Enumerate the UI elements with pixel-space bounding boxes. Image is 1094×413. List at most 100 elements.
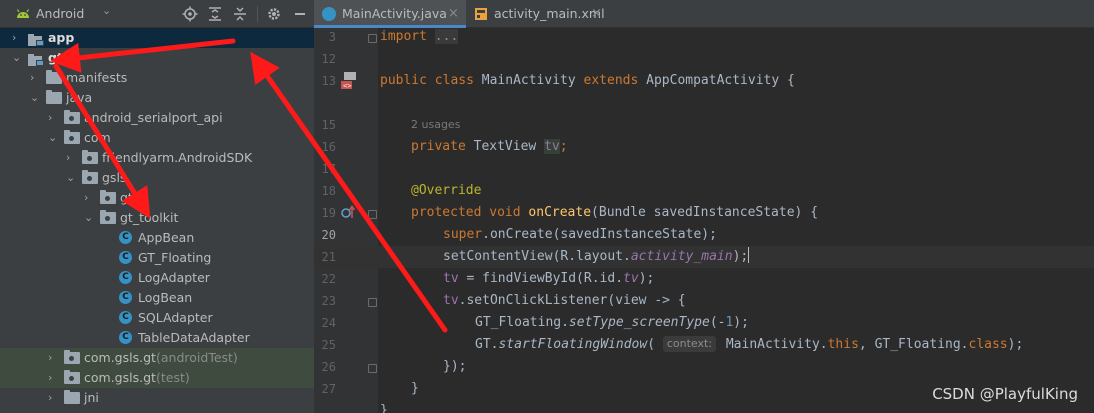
class-ref: GT_Floating. <box>475 315 569 330</box>
keyword: class <box>968 337 1008 352</box>
tree-item[interactable]: › gt <box>0 188 314 208</box>
tree-item[interactable]: › jni <box>0 388 314 408</box>
tree-item[interactable]: C AppBean <box>0 228 314 248</box>
class-ref: GT. <box>475 337 499 352</box>
tree-item-suffix: (test) <box>156 370 190 385</box>
chevron-right-icon[interactable]: › <box>30 68 42 88</box>
chevron-down-icon[interactable]: ⌄ <box>66 168 78 188</box>
tree-item[interactable]: C SQLAdapter <box>0 308 314 328</box>
chevron-right-icon[interactable]: › <box>48 348 60 368</box>
override-marker-icon[interactable] <box>340 204 356 220</box>
line-number: 25 <box>321 338 336 352</box>
tree-item-label: GT_Floating <box>138 250 212 265</box>
punctuation: ); <box>1007 337 1024 352</box>
watermark: CSDN @PlayfulKing <box>932 385 1078 403</box>
tree-item[interactable]: C LogBean <box>0 288 314 308</box>
package-dot <box>87 176 92 181</box>
tree-item[interactable]: › manifests <box>0 68 314 88</box>
tree-item[interactable]: › app <box>0 28 314 48</box>
tree-item[interactable]: ⌄ java <box>0 88 314 108</box>
tree-item[interactable]: ⌄ gt <box>0 48 314 68</box>
package-icon <box>64 350 80 364</box>
folder-icon <box>46 70 62 84</box>
module-icon <box>28 52 44 66</box>
line-number: 26 <box>321 360 336 374</box>
chevron-right-icon[interactable]: › <box>48 368 60 388</box>
tree-item[interactable]: C LogAdapter <box>0 268 314 288</box>
line-number: 23 <box>321 294 336 308</box>
keyword: public <box>380 73 427 88</box>
tree-item-label: com.gsls.gt <box>84 370 156 385</box>
tree-item[interactable]: ⌄ com <box>0 128 314 148</box>
type-name: TextView <box>473 139 537 154</box>
argument: MainActivity. <box>718 337 828 352</box>
tree-item[interactable]: › friendlyarm.AndroidSDK <box>0 148 314 168</box>
line-number: 20 <box>321 228 336 242</box>
fold-marker[interactable] <box>368 364 377 373</box>
line-number: 18 <box>321 184 336 198</box>
chevron-down-icon[interactable]: ⌄ <box>84 208 96 228</box>
fold-marker[interactable] <box>368 210 377 219</box>
tree-item[interactable]: › android_serialport_api <box>0 108 314 128</box>
package-dot <box>69 356 74 361</box>
line-number: 21 <box>321 250 336 264</box>
call: setContentView(R.layout. <box>443 249 631 264</box>
tab-activity-main-xml[interactable]: activity_main.xml × <box>466 0 606 28</box>
chevron-down-icon[interactable]: ⌄ <box>102 4 111 17</box>
tree-item-label: LogBean <box>138 290 193 305</box>
parameters: (Bundle savedInstanceState) { <box>591 205 819 220</box>
chevron-down-icon[interactable]: ⌄ <box>30 88 42 108</box>
gear-icon[interactable] <box>266 6 282 22</box>
line-number: 19 <box>321 206 336 220</box>
argument: , GT_Floating. <box>858 337 969 352</box>
project-view-selector[interactable]: Android <box>36 6 84 21</box>
chevron-right-icon[interactable]: › <box>12 28 24 48</box>
minimize-icon[interactable] <box>292 6 308 22</box>
punctuation: ( <box>647 337 656 352</box>
tree-item[interactable]: C GT_Floating <box>0 248 314 268</box>
tree-item-label: LogAdapter <box>138 270 210 285</box>
close-icon[interactable]: × <box>591 0 602 28</box>
package-icon <box>82 170 98 184</box>
line-number: 15 <box>321 118 336 132</box>
tree-item[interactable]: C TableDataAdapter <box>0 328 314 348</box>
code-line-19: super.onCreate(savedInstanceState); <box>443 224 717 246</box>
toolbar-divider <box>257 6 258 22</box>
locate-icon[interactable] <box>182 6 198 22</box>
tree-item[interactable]: › com.gsls.gt (androidTest) <box>0 348 314 368</box>
package-icon <box>100 210 116 224</box>
import-fold[interactable]: ... <box>434 29 459 44</box>
chevron-right-icon[interactable]: › <box>66 148 78 168</box>
code-line-18: protected void onCreate(Bundle savedInst… <box>411 202 818 224</box>
package-dot <box>69 376 74 381</box>
chevron-right-icon[interactable]: › <box>84 188 96 208</box>
tree-item[interactable]: › com.gsls.gt (test) <box>0 368 314 388</box>
text-caret <box>748 247 750 263</box>
usages-hint[interactable]: 2 usages <box>411 118 460 131</box>
keyword: private <box>411 139 466 154</box>
tab-mainactivity-java[interactable]: MainActivity.java × <box>314 0 466 28</box>
close-icon[interactable]: × <box>448 0 459 28</box>
tree-item-label: friendlyarm.AndroidSDK <box>102 150 253 165</box>
fold-marker[interactable] <box>368 298 377 307</box>
chevron-right-icon[interactable]: › <box>48 388 60 408</box>
code-line-25: }); <box>443 356 466 378</box>
keyword: protected <box>411 205 482 220</box>
tree-item[interactable]: ⌄ gt_toolkit <box>0 208 314 228</box>
expand-all-icon[interactable] <box>207 6 223 22</box>
line-number: 12 <box>321 52 336 66</box>
fold-marker[interactable] <box>368 34 377 43</box>
chevron-down-icon[interactable]: ⌄ <box>48 128 60 148</box>
chevron-right-icon[interactable]: › <box>48 108 60 128</box>
class-gutter-icon[interactable]: <> <box>340 72 358 90</box>
tree-item[interactable]: ⌄ gsls <box>0 168 314 188</box>
field-ref: tv <box>443 271 459 286</box>
punctuation: }); <box>443 359 467 374</box>
field-name: tv <box>544 139 560 154</box>
chevron-down-icon[interactable]: ⌄ <box>12 48 24 68</box>
collapse-all-icon[interactable] <box>232 6 248 22</box>
method-name: onCreate <box>528 205 592 220</box>
code-line-26: } <box>411 378 419 400</box>
package-dot <box>105 196 110 201</box>
folder-icon <box>64 390 80 404</box>
